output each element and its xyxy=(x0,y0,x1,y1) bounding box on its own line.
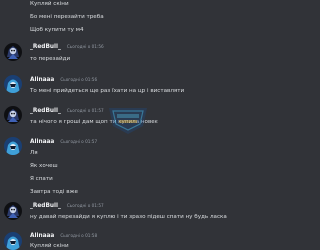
message-line: Щоб купити ту м4 xyxy=(30,27,84,33)
message-timestamp: Сьогодні о 01:57 xyxy=(66,203,104,208)
message-line: Завтра тоді вже xyxy=(30,189,78,195)
message-timestamp: Сьогодні о 01:58 xyxy=(60,233,98,238)
author-name[interactable]: _RedBull_ xyxy=(30,108,61,114)
redbull-avatar-icon[interactable] xyxy=(4,106,22,124)
author-name[interactable]: _RedBull_ xyxy=(30,203,61,209)
message-header: Alinaaa Сьогодні о 01:58 xyxy=(30,233,97,241)
message-timestamp: Сьогодні о 01:56 xyxy=(66,44,104,49)
message-line: Ля xyxy=(30,150,38,156)
author-name[interactable]: Alinaaa xyxy=(30,233,54,239)
alina-avatar-icon[interactable] xyxy=(4,232,22,250)
message-timestamp: Сьогодні о 01:57 xyxy=(60,139,98,144)
message-line: то перезайди xyxy=(30,56,71,62)
message-line: Бо мені перезайти треба xyxy=(30,14,104,20)
shield-watermark-icon xyxy=(105,104,151,136)
message-header: _RedBull_ Сьогодні о 01:57 xyxy=(30,203,104,211)
chat-area: Купляй скіни Бо мені перезайти треба Щоб… xyxy=(0,0,278,250)
author-name[interactable]: _RedBull_ xyxy=(30,44,61,50)
alina-avatar-icon[interactable] xyxy=(4,137,22,155)
author-name[interactable]: Alinaaa xyxy=(30,77,54,83)
message-line: Як хочеш xyxy=(30,163,58,169)
message-line: То мені прийдеться ще раз їхати на цр і … xyxy=(30,88,185,94)
message-header: Alinaaa Сьогодні о 01:57 xyxy=(30,139,97,147)
redbull-avatar-icon[interactable] xyxy=(4,43,22,61)
message-line: ну давай перезайди я куплю і ти зразо пі… xyxy=(30,214,227,220)
redbull-avatar-icon[interactable] xyxy=(4,202,22,220)
message-header: _RedBull_ Сьогодні о 01:56 xyxy=(30,44,104,52)
message-timestamp: Сьогодні о 01:56 xyxy=(60,77,98,82)
message-line: Купляй скіни xyxy=(30,1,69,7)
message-line: Купляй скіни xyxy=(30,243,69,249)
message-header: Alinaaa Сьогодні о 01:56 xyxy=(30,77,97,85)
message-line: Я спати xyxy=(30,176,53,182)
message-timestamp: Сьогодні о 01:57 xyxy=(66,108,104,113)
message-header: _RedBull_ Сьогодні о 01:57 xyxy=(30,108,104,116)
author-name[interactable]: Alinaaa xyxy=(30,139,54,145)
alina-avatar-icon[interactable] xyxy=(4,75,22,93)
